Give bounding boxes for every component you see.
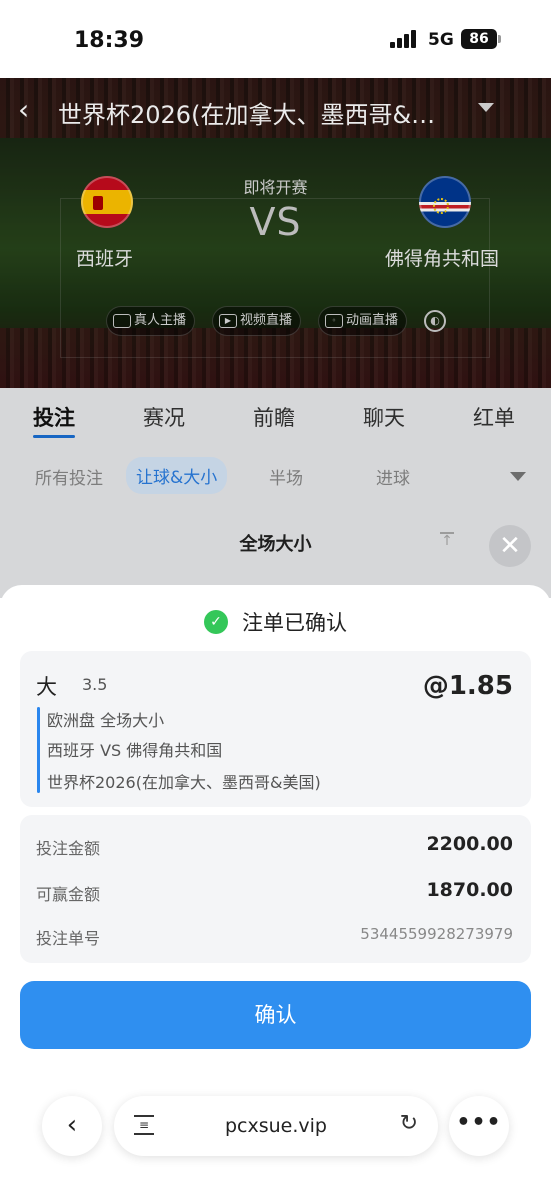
bet-line: 3.5 [82, 675, 108, 694]
tab-chat[interactable]: 聊天 [363, 402, 405, 432]
chevron-down-icon[interactable] [510, 472, 526, 481]
bet-odds: @1.85 [422, 671, 513, 701]
sub-tabs: 所有投注 让球&大小 半场 进球 [0, 446, 551, 508]
home-team: 西班牙 [76, 248, 134, 270]
subtab-all-bets[interactable]: 所有投注 [35, 464, 103, 489]
confirmation-header: ✓ 注单已确认 [0, 607, 551, 637]
accent-bar [37, 707, 40, 793]
spain-flag-icon [81, 176, 133, 228]
more-button[interactable]: ••• [449, 1096, 509, 1156]
tab-bet[interactable]: 投注 [33, 402, 75, 438]
tab-match-status[interactable]: 赛况 [143, 402, 185, 432]
back-icon[interactable]: ‹ [18, 96, 42, 124]
clock: 18:39 [74, 28, 145, 53]
more-icon: ••• [456, 1110, 502, 1135]
match-hero: ‹ 世界杯2026(在加拿大、墨西哥&… 即将开赛 VS 西班牙 佛得角共和国 … [0, 78, 551, 388]
bet-detail-card: 大 3.5 @1.85 欧洲盘 全场大小 西班牙 VS 佛得角共和国 世界杯20… [20, 651, 531, 807]
tab-red-list[interactable]: 红单 [473, 402, 515, 432]
check-icon: ✓ [204, 610, 228, 634]
cape-verde-flag-icon [419, 176, 471, 228]
pitch-icon: ◦ [325, 313, 343, 328]
battery-icon: 86 [461, 29, 497, 49]
match-title: 世界杯2026(在加拿大、墨西哥&… [58, 101, 436, 129]
chevron-left-icon: ‹ [66, 1110, 78, 1140]
network-type: 5G [428, 30, 454, 50]
stats-icon[interactable]: ◐ [424, 310, 446, 332]
ticket-label: 投注单号 [36, 929, 101, 948]
bet-league: 世界杯2026(在加拿大、墨西哥&美国) [47, 773, 321, 792]
browser-back-button[interactable]: ‹ [42, 1096, 102, 1156]
bet-pick: 大 [36, 675, 57, 699]
video-live-button[interactable]: ▶ 视频直播 [212, 306, 302, 336]
main-tabs: 投注 赛况 前瞻 聊天 红单 [0, 388, 551, 446]
bet-matchup: 西班牙 VS 佛得角共和国 [47, 741, 223, 760]
close-icon[interactable]: ✕ [489, 525, 531, 567]
url-text: pcxsue.vip [224, 1115, 327, 1137]
subtab-goals[interactable]: 进球 [376, 464, 410, 489]
win-label: 可赢金额 [36, 885, 101, 904]
address-bar[interactable]: ≡ pcxsue.vip ↻ [114, 1096, 438, 1156]
animation-live-button[interactable]: ◦ 动画直播 [318, 306, 408, 336]
battery-tip [498, 35, 501, 43]
stake-label: 投注金额 [36, 839, 101, 858]
subtab-half-time[interactable]: 半场 [269, 464, 303, 489]
tab-preview[interactable]: 前瞻 [253, 402, 295, 432]
subtab-handicap-total[interactable]: 让球&大小 [126, 457, 228, 494]
bet-market: 欧洲盘 全场大小 [47, 711, 165, 730]
confirm-button[interactable]: 确认 [20, 981, 531, 1049]
stake-value: 2200.00 [426, 833, 513, 855]
win-value: 1870.00 [426, 879, 513, 901]
status-bar: 18:39 5G 86 [0, 0, 551, 80]
bet-summary-card: 投注金额 2200.00 可赢金额 1870.00 投注单号 534455992… [20, 815, 531, 963]
live-host-button[interactable]: 真人主播 [106, 306, 196, 336]
section-title: 全场大小 [239, 534, 312, 555]
browser-toolbar: ‹ ≡ pcxsue.vip ↻ ••• [0, 1096, 551, 1158]
reload-icon[interactable]: ↻ [400, 1111, 418, 1136]
chevron-down-icon[interactable] [478, 103, 494, 112]
away-team: 佛得角共和国 [385, 248, 500, 270]
signal-icon [390, 30, 420, 48]
pin-top-icon[interactable]: ↑ [440, 532, 454, 550]
microphone-icon [113, 313, 131, 328]
ticket-number: 5344559928273979 [360, 925, 513, 943]
video-icon: ▶ [219, 313, 237, 328]
